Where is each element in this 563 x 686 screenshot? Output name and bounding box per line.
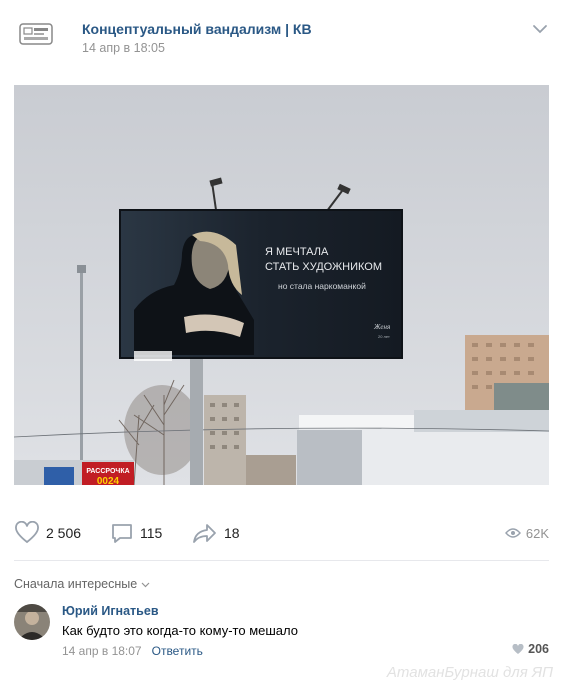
comment-button[interactable]: 115 [110,518,162,548]
billboard-age: 20 лет [378,334,390,339]
chevron-down-icon [141,582,150,588]
likes-count: 2 506 [46,525,82,541]
group-avatar[interactable] [18,20,54,50]
sort-label: Сначала интересные [14,577,138,591]
reply-link[interactable]: Ответить [152,644,203,658]
billboard-line2: СТАТЬ ХУДОЖНИКОМ [265,261,382,273]
store-sign-text: РАССРОЧКА [86,468,129,475]
comment-author-name[interactable]: Юрий Игнатьев [62,604,159,618]
billboard-line3: но стала наркоманкой [278,281,366,291]
billboard-signature: Женя [373,323,390,331]
comment-icon [112,524,132,543]
post-header: Концептуальный вандализм | КВ 14 апр в 1… [14,14,549,60]
post-menu-button[interactable] [531,22,549,36]
views-counter: 62K [504,518,549,548]
share-arrow-icon [193,524,216,543]
share-button[interactable]: 18 [192,518,240,548]
comment-meta: 14 апр в 18:07 Ответить [62,644,203,658]
post-photo[interactable]: РАССРОЧКА 0024 Я МЕЧТАЛА СТАТЬ ХУДОЖНИКО… [14,85,549,485]
views-count: 62K [525,525,549,541]
comments-sort-dropdown[interactable]: Сначала интересные [14,577,150,591]
heart-icon [15,521,39,544]
chevron-down-icon [533,25,547,34]
comment-like-button[interactable]: 206 [512,642,549,656]
watermark: АтаманБурнаш для ЯП [386,664,553,681]
post-date[interactable]: 14 апр в 18:05 [82,41,165,55]
comment-text: Как будто это когда-то кому-то мешало [62,623,298,638]
comment-likes-count: 206 [528,642,549,656]
comments-count: 115 [140,525,163,541]
group-logo-icon [19,23,53,45]
divider [14,560,549,561]
shares-count: 18 [224,525,240,541]
comment-author-avatar[interactable] [14,604,50,640]
like-button[interactable]: 2 506 [14,518,81,548]
post-actions: 2 506 115 18 62K [14,518,549,548]
eye-icon [504,528,521,538]
comment-date[interactable]: 14 апр в 18:07 [62,644,142,658]
group-name-link[interactable]: Концептуальный вандализм | КВ [82,21,312,37]
heart-icon [512,643,524,654]
billboard-line1: Я МЕЧТАЛА [265,246,329,258]
store-sign-digits: 0024 [97,476,120,485]
